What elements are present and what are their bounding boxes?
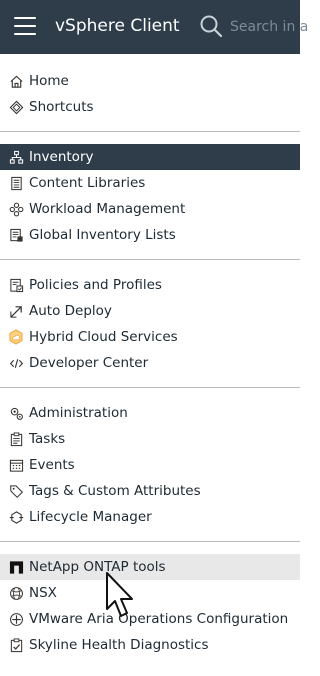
nav-item-label: Events: [29, 457, 75, 473]
global-inventory-icon: [8, 227, 24, 243]
nav-item-label: Global Inventory Lists: [29, 227, 176, 243]
menu-divider: [0, 131, 300, 132]
nsx-icon: [8, 585, 24, 601]
nav-item-label: Skyline Health Diagnostics: [29, 637, 209, 653]
nav-item-tags-custom-attributes[interactable]: Tags & Custom Attributes: [0, 478, 300, 504]
search-input[interactable]: Search in a: [230, 19, 308, 35]
nav-item-nsx[interactable]: NSX: [0, 580, 300, 606]
content-libraries-icon: [8, 175, 24, 191]
nav-item-label: NSX: [29, 585, 57, 601]
nav-item-label: Auto Deploy: [29, 303, 112, 319]
nav-item-label: Workload Management: [29, 201, 186, 217]
nav-item-label: Developer Center: [29, 355, 149, 371]
administration-icon: [8, 405, 24, 421]
home-icon: [8, 73, 24, 89]
nav-item-vmware-aria-operations-configuration[interactable]: VMware Aria Operations Configuration: [0, 606, 300, 632]
hybrid-cloud-icon: [8, 329, 24, 345]
nav-item-auto-deploy[interactable]: Auto Deploy: [0, 298, 300, 324]
nav-item-label: Hybrid Cloud Services: [29, 329, 178, 345]
nav-item-label: Inventory: [29, 149, 94, 165]
nav-item-hybrid-cloud-services[interactable]: Hybrid Cloud Services: [0, 324, 300, 350]
navigation-menu: Home Shortcuts Inventory Content Librari…: [0, 68, 300, 658]
nav-item-inventory[interactable]: Inventory: [0, 144, 300, 170]
hamburger-menu-icon[interactable]: [14, 17, 36, 35]
nav-item-developer-center[interactable]: Developer Center: [0, 350, 300, 376]
skyline-health-icon: [8, 637, 24, 653]
lifecycle-manager-icon: [8, 509, 24, 525]
search-icon[interactable]: [199, 14, 223, 38]
nav-item-administration[interactable]: Administration: [0, 400, 300, 426]
tasks-icon: [8, 431, 24, 447]
inventory-icon: [8, 149, 24, 165]
workload-management-icon: [8, 201, 24, 217]
nav-item-label: Tags & Custom Attributes: [29, 483, 201, 499]
nav-item-label: Tasks: [29, 431, 66, 447]
app-title: vSphere Client: [55, 16, 180, 36]
nav-item-label: Home: [29, 73, 69, 89]
menu-divider: [0, 387, 300, 388]
nav-item-home[interactable]: Home: [0, 68, 300, 94]
nav-item-label: NetApp ONTAP tools: [29, 559, 166, 575]
auto-deploy-icon: [8, 303, 24, 319]
nav-item-label: Policies and Profiles: [29, 277, 162, 293]
mouse-cursor-icon: [104, 571, 138, 623]
events-icon: [8, 457, 24, 473]
nav-item-workload-management[interactable]: Workload Management: [0, 196, 300, 222]
nav-item-global-inventory-lists[interactable]: Global Inventory Lists: [0, 222, 300, 248]
netapp-icon: [8, 559, 24, 575]
nav-item-label: Content Libraries: [29, 175, 146, 191]
tags-icon: [8, 483, 24, 499]
developer-center-icon: [8, 355, 24, 371]
nav-item-netapp-ontap-tools[interactable]: NetApp ONTAP tools: [0, 554, 300, 580]
nav-item-label: Lifecycle Manager: [29, 509, 152, 525]
nav-item-tasks[interactable]: Tasks: [0, 426, 300, 452]
shortcuts-icon: [8, 99, 24, 115]
nav-item-events[interactable]: Events: [0, 452, 300, 478]
nav-item-lifecycle-manager[interactable]: Lifecycle Manager: [0, 504, 300, 530]
menu-divider: [0, 541, 300, 542]
nav-item-shortcuts[interactable]: Shortcuts: [0, 94, 300, 120]
menu-divider: [0, 259, 300, 260]
nav-item-label: VMware Aria Operations Configuration: [29, 611, 289, 627]
aria-operations-icon: [8, 611, 24, 627]
nav-item-label: Shortcuts: [29, 99, 94, 115]
policies-icon: [8, 277, 24, 293]
top-header: vSphere Client Search in a: [0, 0, 308, 54]
nav-item-content-libraries[interactable]: Content Libraries: [0, 170, 300, 196]
nav-item-label: Administration: [29, 405, 128, 421]
nav-item-policies-and-profiles[interactable]: Policies and Profiles: [0, 272, 300, 298]
nav-item-skyline-health-diagnostics[interactable]: Skyline Health Diagnostics: [0, 632, 300, 658]
